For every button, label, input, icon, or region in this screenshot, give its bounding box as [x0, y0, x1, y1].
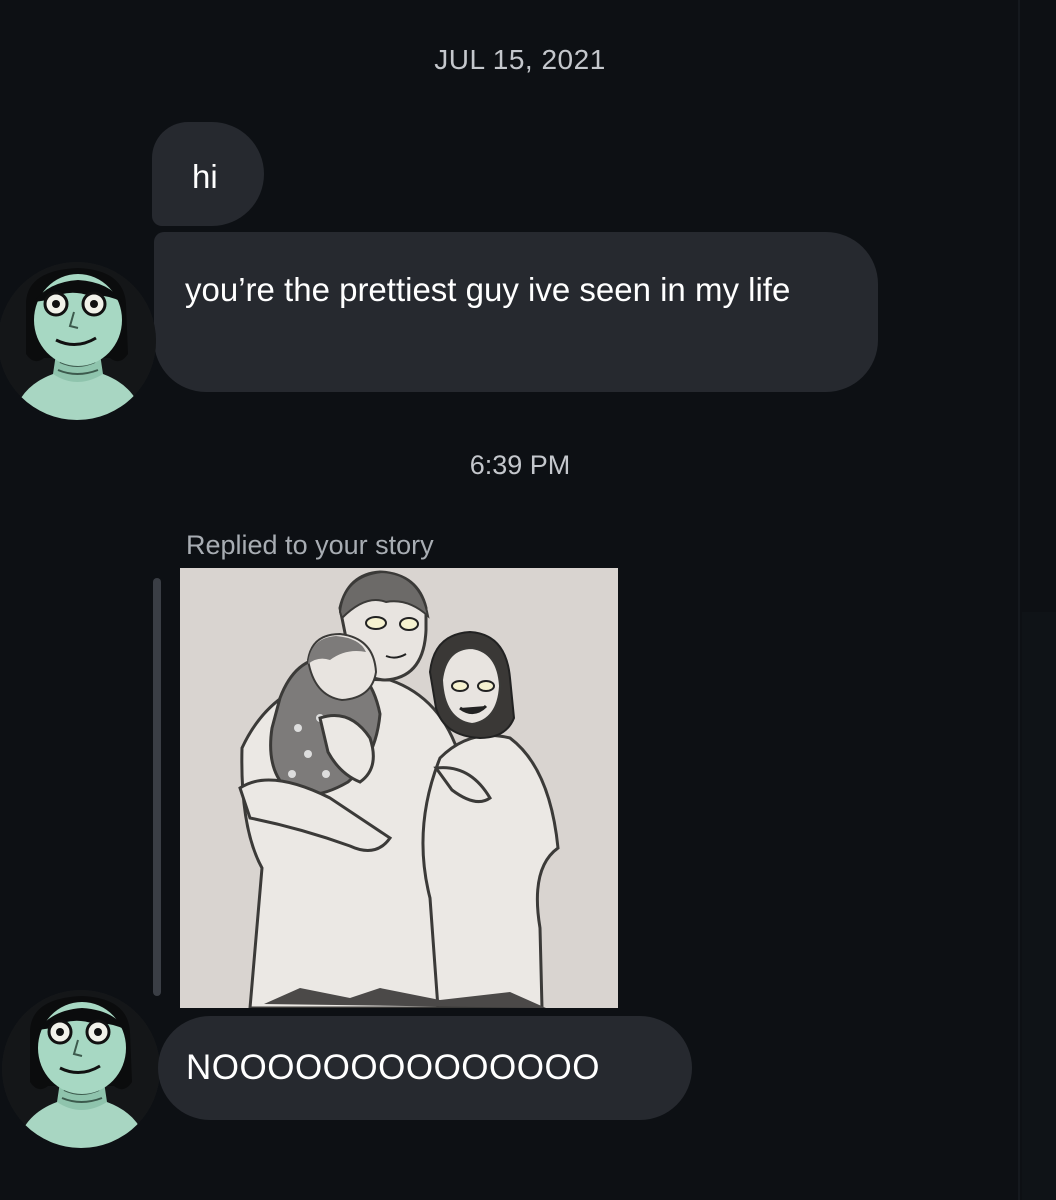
scrollbar-track[interactable] — [1018, 0, 1020, 1200]
side-panel-edge — [1022, 612, 1056, 1200]
story-thumbnail[interactable] — [180, 568, 618, 1008]
dm-thread: JUL 15, 2021 hi you’re the prettiest guy… — [0, 0, 1056, 1200]
message-text: you’re the prettiest guy ive seen in my … — [185, 271, 791, 308]
message-bubble-prettiest[interactable]: you’re the prettiest guy ive seen in my … — [154, 232, 878, 392]
sender-avatar[interactable] — [0, 262, 156, 420]
story-reply-label: Replied to your story — [186, 530, 434, 560]
message-text: hi — [192, 158, 218, 195]
date-separator: JUL 15, 2021 — [434, 44, 606, 75]
avatar-icon — [0, 262, 156, 420]
story-image-icon — [180, 568, 618, 1008]
reply-indicator-bar — [153, 578, 161, 996]
timestamp: 6:39 PM — [469, 450, 571, 480]
message-bubble-hi[interactable]: hi — [152, 122, 264, 226]
message-text: NOOOOOOOOOOOOOO — [186, 1048, 600, 1087]
sender-avatar[interactable] — [2, 990, 160, 1148]
message-bubble-nooo[interactable]: NOOOOOOOOOOOOOO — [158, 1016, 692, 1120]
avatar-icon — [2, 990, 160, 1148]
